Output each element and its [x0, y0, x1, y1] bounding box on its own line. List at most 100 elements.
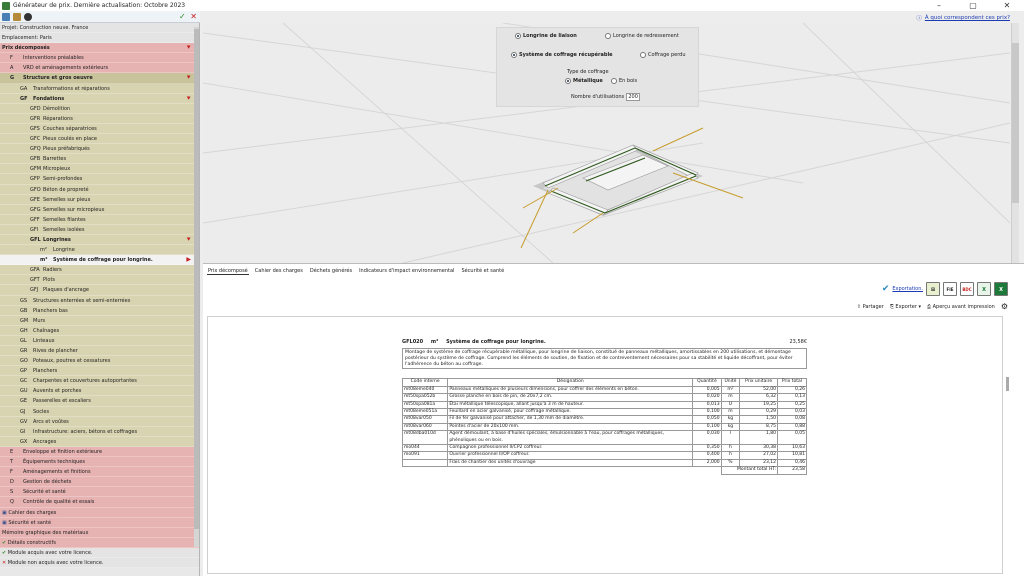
binoculars-icon[interactable]: [24, 12, 32, 21]
tree-item[interactable]: Q Contrôle de qualité et essais: [0, 497, 199, 508]
sidebar-scrollbar[interactable]: [194, 27, 199, 547]
tree-item-code: GB: [20, 307, 28, 314]
excel-doc-icon[interactable]: X: [977, 282, 991, 296]
export-link[interactable]: Exportation.: [892, 286, 923, 292]
tree-item[interactable]: GX Ancrages: [0, 436, 199, 447]
tree-item[interactable]: GFJ Plaques d'ancrage: [0, 285, 199, 296]
tree-item[interactable]: ▣ Sécurité et santé: [0, 517, 199, 528]
print-preview-button[interactable]: ⎙ Aperçu avant impression: [927, 304, 995, 310]
tree-icon[interactable]: [13, 12, 21, 21]
tree-item[interactable]: GFQ Pieux préfabriqués: [0, 144, 199, 155]
tree-item[interactable]: GFB Barrettes: [0, 154, 199, 165]
tree-item[interactable]: GFR Réparations: [0, 113, 199, 124]
viewer-scroll-thumb[interactable]: [1012, 43, 1019, 203]
tree-item[interactable]: ✔ Détails constructifs: [0, 537, 199, 548]
tree-item[interactable]: m² Système de coffrage pour longrine. ▶: [0, 255, 199, 266]
tab[interactable]: Sécurité et santé: [460, 268, 505, 275]
tree-item[interactable]: ✕ Module non acquis avec votre licence.: [0, 557, 199, 569]
expand-icon[interactable]: ⯆: [186, 94, 191, 103]
bdc-export-icon[interactable]: BDC: [960, 282, 974, 296]
excel-icon[interactable]: X: [994, 282, 1008, 296]
tree-item[interactable]: GFC Pieux coulés en place: [0, 134, 199, 145]
tree-item-code: GX: [20, 438, 28, 445]
expand-icon[interactable]: ⯆: [186, 235, 191, 244]
tree-item[interactable]: GP Planchers: [0, 366, 199, 377]
viewer-scrollbar[interactable]: [1011, 23, 1019, 263]
expand-icon[interactable]: ⯆: [186, 73, 191, 82]
share-button[interactable]: ⇧ Partager: [857, 304, 884, 310]
uses-input[interactable]: 200: [626, 93, 641, 101]
home-icon[interactable]: [2, 12, 10, 21]
tree-item[interactable]: E Enveloppe et finition extérieure: [0, 446, 199, 458]
tree-item[interactable]: S Sécurité et santé: [0, 487, 199, 498]
tree-item[interactable]: GE Passerelles et escaliers: [0, 396, 199, 407]
tree-item[interactable]: ✔ Module acquis avec votre licence.: [0, 547, 199, 558]
tree-item[interactable]: GFS Couches séparatrices: [0, 123, 199, 135]
fie-export-icon[interactable]: FIE: [943, 282, 957, 296]
option-longrine-redressement[interactable]: Longrine de redressement: [605, 33, 679, 39]
tree-item[interactable]: GC Charpentes et couvertures autoportante…: [0, 376, 199, 387]
option-longrine-liaison[interactable]: Longrine de liaison: [515, 33, 577, 39]
tree-item[interactable]: GFD Démolition: [0, 103, 199, 114]
tree-item[interactable]: GFP Semi-profondes: [0, 174, 199, 185]
tree-item[interactable]: GFF Semelles filantes: [0, 214, 199, 225]
tree-item[interactable]: GFE Semelles sur pieux: [0, 194, 199, 205]
tree-item[interactable]: GV Arcs et voûtes: [0, 416, 199, 427]
tree-item[interactable]: GL Linteaux: [0, 335, 199, 346]
tree-item[interactable]: A VRD et aménagements extérieurs: [0, 63, 199, 74]
tree-item[interactable]: GFL Longrines ⯆: [0, 234, 199, 246]
window-controls: – ▢ ✕: [922, 0, 1024, 11]
radio-icon: [611, 78, 617, 84]
minimize-button[interactable]: –: [922, 0, 956, 11]
tree-item[interactable]: GM Murs: [0, 315, 199, 326]
tree-item[interactable]: T Équipements techniques: [0, 457, 199, 468]
tree-item[interactable]: GR Rives de plancher: [0, 346, 199, 357]
tree-item[interactable]: m² Longrine: [0, 245, 199, 256]
close-button[interactable]: ✕: [990, 0, 1024, 11]
check-icon[interactable]: ✓: [179, 12, 186, 21]
tab[interactable]: Déchets générés: [309, 268, 353, 275]
tree-item[interactable]: GFM Micropieux: [0, 164, 199, 175]
tab[interactable]: Cahier des charges: [254, 268, 304, 275]
expand-icon[interactable]: ▶: [186, 255, 191, 264]
tree-item[interactable]: GFT Plots: [0, 275, 199, 286]
tree-item[interactable]: GFA Radiers: [0, 265, 199, 276]
maximize-button[interactable]: ▢: [956, 0, 990, 11]
tree-item[interactable]: Mémoire graphique des matériaux: [0, 527, 199, 538]
tree-item[interactable]: GFG Semelles sur micropieux: [0, 204, 199, 215]
expand-icon[interactable]: ⯆: [186, 43, 191, 52]
tree-item[interactable]: GB Planchers bas: [0, 305, 199, 316]
document-scroll-thumb[interactable]: [1006, 377, 1009, 391]
tree-item[interactable]: GF Fondations ⯆: [0, 93, 199, 104]
tree-item-label: VRD et aménagements extérieurs: [23, 65, 109, 72]
tree-item[interactable]: GO Poteaux, poutres et cessatures: [0, 356, 199, 367]
sidebar-scroll-thumb[interactable]: [194, 29, 199, 529]
tree-item[interactable]: GA Transformations et réparations: [0, 83, 199, 94]
settings-icon[interactable]: ⚙: [1001, 302, 1008, 311]
pdf-export-icon[interactable]: ⊞: [926, 282, 940, 296]
export-button[interactable]: ⎘ Exporter ▾: [890, 304, 921, 310]
option-coffrage-perdu[interactable]: Coffrage perdu: [640, 52, 686, 58]
tree-item[interactable]: ▣ Cahier des charges: [0, 507, 199, 518]
tree-item[interactable]: F Aménagements et finitions: [0, 467, 199, 478]
help-link[interactable]: À quoi correspondent ces prix?: [925, 15, 1010, 21]
tab[interactable]: Prix décomposé: [207, 268, 249, 275]
option-en-bois[interactable]: En bois: [611, 78, 637, 84]
tree-item[interactable]: GS Structures enterrées et semi-enterrées: [0, 295, 199, 306]
tree-item[interactable]: GFO Béton de propreté: [0, 184, 199, 195]
tree-item[interactable]: GU Auvents et porches: [0, 386, 199, 397]
tree-item[interactable]: G Structure et gros oeuvre ⯆: [0, 73, 199, 84]
tree-item[interactable]: Prix décomposés ⯆: [0, 43, 199, 54]
tab[interactable]: Indicateurs d'impact environnemental: [358, 268, 455, 275]
tree-item[interactable]: GI Infrastructure: aciers, bétons et coff…: [0, 426, 199, 437]
tree-item[interactable]: F Interventions préalables: [0, 53, 199, 64]
tree-item[interactable]: GH Chaînages: [0, 325, 199, 336]
option-metallique[interactable]: Métallique: [565, 78, 603, 84]
option-coffrage-recuperable[interactable]: Système de coffrage récupérable: [511, 52, 613, 58]
close-icon[interactable]: ✕: [190, 12, 197, 21]
tree-item[interactable]: GFI Semelles isolées: [0, 224, 199, 235]
table-cell: 27,02: [739, 451, 778, 460]
tree-item[interactable]: GJ Socles: [0, 406, 199, 417]
tree-item[interactable]: D Gestion de déchets: [0, 477, 199, 488]
table-cell: mt08var050: [401, 415, 449, 424]
